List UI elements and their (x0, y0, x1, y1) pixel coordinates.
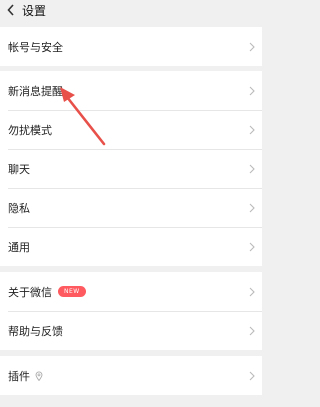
chevron-right-icon (249, 125, 255, 134)
chevron-right-icon (249, 242, 255, 251)
row-label: 新消息提醒 (8, 84, 63, 98)
row-general[interactable]: 通用 (0, 227, 262, 266)
chevron-right-icon (249, 164, 255, 173)
new-badge: NEW (58, 286, 86, 297)
chevron-right-icon (249, 326, 255, 335)
chevron-left-icon (7, 4, 14, 16)
row-label: 隐私 (8, 201, 30, 215)
title-bar: 设置 (0, 0, 262, 20)
chevron-right-icon (249, 287, 255, 296)
row-label: 聊天 (8, 162, 30, 176)
chevron-right-icon (249, 86, 255, 95)
location-pin-icon (35, 371, 43, 381)
row-do-not-disturb[interactable]: 勿扰模式 (0, 110, 262, 149)
chevron-right-icon (249, 371, 255, 380)
page-title: 设置 (22, 3, 47, 18)
about-group: 关于微信 NEW 帮助与反馈 (0, 272, 262, 350)
account-group: 帐号与安全 (0, 27, 262, 66)
back-button[interactable] (2, 0, 20, 20)
row-about-wechat[interactable]: 关于微信 NEW (0, 272, 262, 311)
row-chat[interactable]: 聊天 (0, 149, 262, 188)
row-label: 帐号与安全 (8, 40, 63, 54)
row-plugins[interactable]: 插件 (0, 356, 262, 395)
row-new-message-alerts[interactable]: 新消息提醒 (0, 71, 262, 110)
row-label: 通用 (8, 240, 30, 254)
row-account-security[interactable]: 帐号与安全 (0, 27, 262, 66)
row-privacy[interactable]: 隐私 (0, 188, 262, 227)
main-group: 新消息提醒 勿扰模式 聊天 隐私 通用 (0, 71, 262, 266)
row-label: 帮助与反馈 (8, 324, 63, 338)
plugins-group: 插件 (0, 356, 262, 395)
row-label: 勿扰模式 (8, 123, 52, 137)
chevron-right-icon (249, 42, 255, 51)
chevron-right-icon (249, 203, 255, 212)
row-help-feedback[interactable]: 帮助与反馈 (0, 311, 262, 350)
row-label: 关于微信 (8, 285, 52, 299)
row-label: 插件 (8, 369, 30, 383)
